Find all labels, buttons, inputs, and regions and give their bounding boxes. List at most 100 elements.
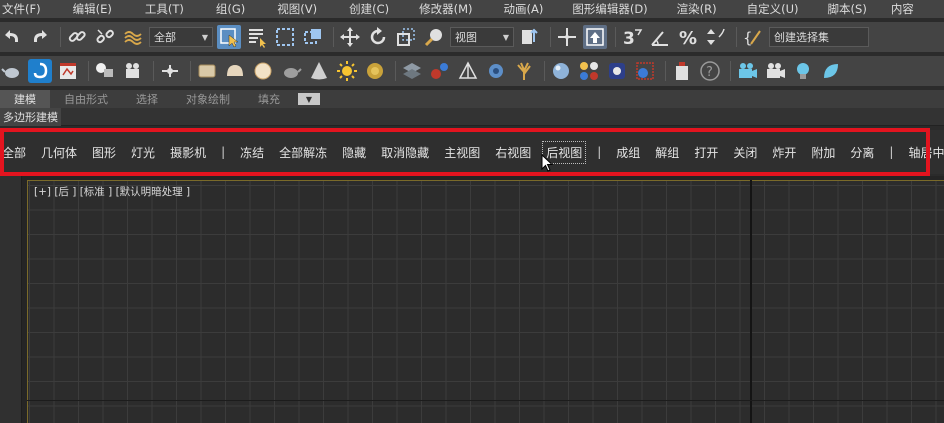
dots-icon[interactable] (577, 59, 601, 83)
gear-icon[interactable] (484, 59, 508, 83)
ribbon-tab-selection[interactable]: 选择 (122, 90, 172, 108)
menu-item[interactable]: 工具(T) (143, 1, 184, 17)
cone-icon[interactable] (307, 59, 331, 83)
scale-icon[interactable] (394, 25, 418, 49)
particles-icon[interactable] (428, 59, 452, 83)
use-pivot-icon[interactable] (518, 25, 542, 49)
ribbon-tab-object-paint[interactable]: 对象绘制 (172, 90, 244, 108)
edit-named-sets-icon[interactable]: { (741, 25, 765, 49)
modifier-icon[interactable] (28, 59, 52, 83)
filter-button[interactable]: 冻结 (240, 144, 264, 161)
rect-selection-icon[interactable] (273, 25, 297, 49)
sphere-icon[interactable] (251, 59, 275, 83)
reference-coord-dropdown[interactable]: 视图 ▼ (450, 27, 514, 47)
unlink-icon[interactable] (93, 25, 117, 49)
filter-button[interactable]: 打开 (694, 144, 718, 161)
sun-icon[interactable] (335, 59, 359, 83)
battery-icon[interactable] (670, 59, 694, 83)
dome-icon[interactable] (223, 59, 247, 83)
select-by-name-icon[interactable] (245, 25, 269, 49)
filter-button[interactable]: 灯光 (131, 144, 155, 161)
select-object-icon[interactable] (217, 25, 241, 49)
render-frame-icon[interactable] (56, 59, 80, 83)
filter-button[interactable]: 摄影机 (170, 144, 206, 161)
filter-button[interactable]: 几何体 (41, 144, 77, 161)
move-icon[interactable] (338, 25, 362, 49)
ribbon-options-dropdown[interactable]: ▼ (298, 93, 320, 105)
viewport-label[interactable]: [+] [后 ] [标准 ] [默认明暗处理 ] (34, 184, 190, 199)
disc-icon[interactable] (363, 59, 387, 83)
ball-icon[interactable] (549, 59, 573, 83)
menu-item[interactable]: 创建(C) (347, 1, 389, 17)
box-icon[interactable] (195, 59, 219, 83)
ribbon-tab-populate[interactable]: 填充 (244, 90, 294, 108)
menu-item[interactable]: 编辑(E) (71, 1, 112, 17)
leaf-icon[interactable] (819, 59, 843, 83)
grid-icon[interactable] (400, 59, 424, 83)
filter-button[interactable]: 成组 (616, 144, 640, 161)
bind-space-warp-icon[interactable] (121, 25, 145, 49)
viewport-layout-strip[interactable] (0, 176, 22, 423)
rotate-icon[interactable] (366, 25, 390, 49)
spinner-snap-icon[interactable] (704, 25, 728, 49)
toolbar-separator (736, 27, 737, 47)
menu-item[interactable]: 视图(V) (275, 1, 317, 17)
render-icon[interactable] (633, 59, 657, 83)
camera-icon[interactable] (121, 59, 145, 83)
filter-button[interactable]: 主视图 (444, 144, 480, 161)
teapot-icon[interactable] (0, 59, 24, 83)
photo-icon[interactable] (605, 59, 629, 83)
teapot-icon[interactable] (279, 59, 303, 83)
link-icon[interactable] (65, 25, 89, 49)
menu-item[interactable]: 修改器(M) (417, 1, 472, 17)
placement-icon[interactable] (422, 25, 446, 49)
menu-item[interactable]: 文件(F) (0, 1, 41, 17)
window-crossing-icon[interactable] (301, 25, 325, 49)
filter-button[interactable]: 隐藏 (342, 144, 366, 161)
named-selection-dropdown[interactable]: 创建选择集 (769, 27, 869, 47)
filter-button[interactable]: 取消隐藏 (381, 144, 429, 161)
menu-item[interactable]: 组(G) (214, 1, 245, 17)
menu-item[interactable]: 自定义(U) (745, 1, 799, 17)
back-viewport[interactable] (27, 180, 944, 423)
ribbon-tab-freeform[interactable]: 自由形式 (50, 90, 122, 108)
film-camera-icon[interactable] (735, 59, 759, 83)
grid-axis-horizontal (27, 400, 944, 401)
movie-camera-icon[interactable] (763, 59, 787, 83)
filter-button[interactable]: 右视图 (495, 144, 531, 161)
named-selection-value: 创建选择集 (774, 31, 829, 44)
menu-item[interactable]: 动画(A) (502, 1, 544, 17)
filter-button[interactable]: 炸开 (772, 144, 796, 161)
menu-item[interactable]: 图形编辑器(D) (570, 1, 647, 17)
help-icon[interactable]: ? (698, 59, 722, 83)
percent-snap-icon[interactable]: % (676, 25, 700, 49)
ribbon-tab-modeling[interactable]: 建模 (0, 90, 50, 108)
angle-snap-icon[interactable] (648, 25, 672, 49)
filter-separator: | (221, 145, 226, 159)
grid-axis-vertical (750, 180, 752, 423)
light-icon[interactable] (93, 59, 117, 83)
snap-3d-icon[interactable]: 3 (620, 25, 644, 49)
menu-item[interactable]: 渲染(R) (675, 1, 717, 17)
keyboard-shortcut-icon[interactable] (583, 25, 607, 49)
undo-icon[interactable] (0, 25, 24, 49)
filter-button[interactable]: 分离 (850, 144, 874, 161)
redo-icon[interactable] (28, 25, 52, 49)
toolbar-separator (88, 61, 89, 81)
filter-button[interactable]: 图形 (92, 144, 116, 161)
polygon-modeling-label[interactable]: 多边形建模 (0, 108, 61, 126)
plant-icon[interactable] (512, 59, 536, 83)
bulb-icon[interactable] (791, 59, 815, 83)
filter-button[interactable]: 全部 (2, 144, 26, 161)
filter-button[interactable]: 附加 (811, 144, 835, 161)
filter-button[interactable]: 解组 (655, 144, 679, 161)
filter-button[interactable]: 轴居中 (908, 144, 944, 161)
select-manipulate-icon[interactable] (555, 25, 579, 49)
helper-icon[interactable] (158, 59, 182, 83)
selection-filter-dropdown[interactable]: 全部 ▼ (149, 27, 213, 47)
menu-item[interactable]: 内容 (889, 1, 914, 17)
shape-icon[interactable] (456, 59, 480, 83)
menu-item[interactable]: 脚本(S) (826, 1, 867, 17)
filter-button[interactable]: 关闭 (733, 144, 757, 161)
filter-button[interactable]: 全部解冻 (279, 144, 327, 161)
